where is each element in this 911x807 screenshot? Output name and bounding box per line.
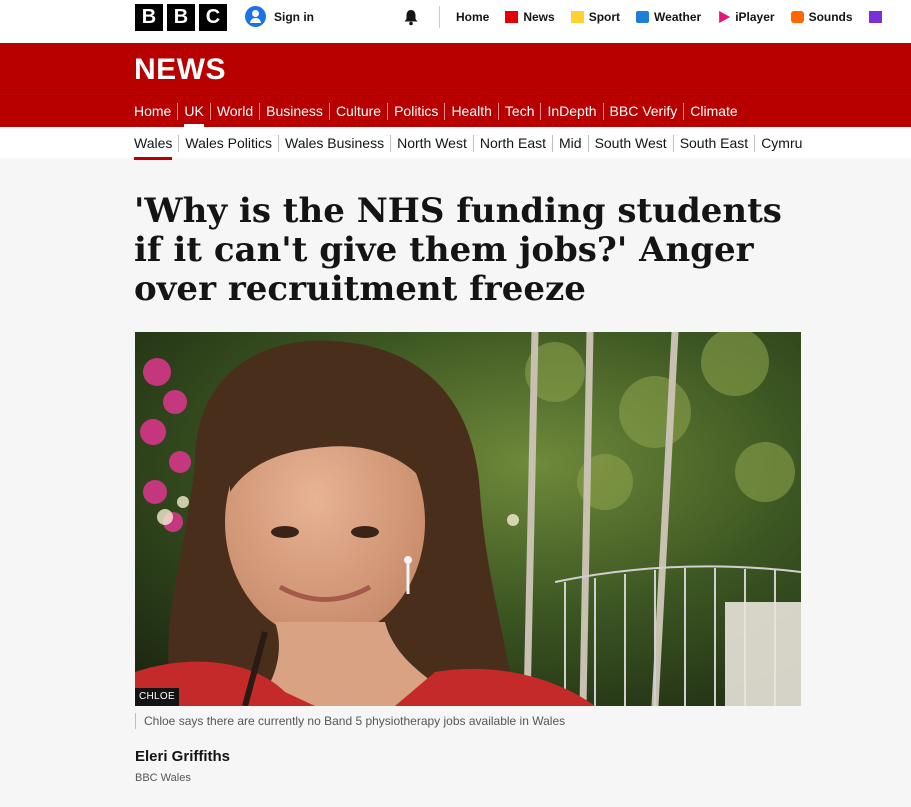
global-nav-iplayer[interactable]: iPlayer — [717, 10, 775, 24]
sign-in-link[interactable]: Sign in — [245, 6, 314, 27]
global-nav-label: Home — [456, 10, 490, 24]
main-nav-item-health[interactable]: Health — [444, 103, 497, 120]
sounds-icon — [790, 11, 804, 23]
news-main-nav: Home UK World Business Culture Politics … — [0, 95, 911, 127]
news-sub-nav: Wales Wales Politics Wales Business Nort… — [0, 127, 911, 160]
author-name[interactable]: Eleri Griffiths — [135, 748, 230, 765]
main-nav-item-business[interactable]: Business — [259, 103, 329, 120]
account-icon — [245, 6, 266, 27]
sub-nav-item-south-east[interactable]: South East — [672, 135, 755, 152]
news-masthead: NEWS — [0, 43, 911, 95]
global-nav-label: iPlayer — [735, 10, 775, 24]
bbc-logo-block: C — [199, 4, 227, 31]
portrait-photo-illustration — [135, 332, 801, 706]
global-nav-news[interactable]: News — [505, 10, 555, 24]
main-nav-item-politics[interactable]: Politics — [387, 103, 444, 120]
main-nav-item-tech[interactable]: Tech — [497, 103, 541, 120]
article-headline: 'Why is the NHS funding students if it c… — [134, 191, 782, 309]
global-nav-weather[interactable]: Weather — [636, 10, 701, 24]
global-nav-label: Sounds — [808, 10, 853, 24]
sub-nav-item-north-west[interactable]: North West — [390, 135, 473, 152]
main-nav-item-uk[interactable]: UK — [177, 103, 209, 127]
sub-nav-item-south-west[interactable]: South West — [587, 135, 673, 152]
bbc-logo[interactable]: B B C — [135, 4, 227, 31]
global-nav-sounds[interactable]: Sounds — [790, 10, 853, 24]
sub-nav-item-mid[interactable]: Mid — [552, 135, 588, 152]
notifications-bell-icon[interactable] — [402, 8, 420, 26]
sub-nav-item-cymru[interactable]: Cymru — [754, 135, 808, 152]
global-nav-more[interactable] — [868, 11, 882, 23]
main-nav-item-bbc-verify[interactable]: BBC Verify — [602, 103, 684, 120]
article-lead-image — [135, 332, 801, 706]
image-credit-badge: CHLOE — [135, 688, 179, 706]
bbc-logo-block: B — [167, 4, 195, 31]
global-header: B B C Sign in Home News Sport Weather iP… — [0, 0, 911, 43]
global-nav-label: Weather — [654, 10, 702, 24]
global-nav-label: Sport — [588, 10, 621, 24]
main-nav-item-culture[interactable]: Culture — [328, 103, 387, 120]
sign-in-label: Sign in — [274, 9, 314, 24]
global-nav-label: News — [523, 10, 555, 24]
news-logo[interactable]: NEWS — [134, 53, 226, 87]
sub-nav-item-wales[interactable]: Wales — [134, 135, 178, 160]
more-icon — [868, 11, 882, 23]
image-caption: Chloe says there are currently no Band 5… — [135, 713, 565, 729]
iplayer-icon — [719, 11, 731, 23]
news-icon — [505, 11, 519, 23]
bbc-logo-block: B — [135, 4, 163, 31]
main-nav-item-world[interactable]: World — [209, 103, 259, 120]
global-nav-sport[interactable]: Sport — [570, 10, 621, 24]
sport-icon — [570, 11, 584, 23]
main-nav-item-climate[interactable]: Climate — [683, 103, 743, 120]
sub-nav-item-north-east[interactable]: North East — [472, 135, 552, 152]
weather-icon — [636, 11, 650, 23]
global-nav-home[interactable]: Home — [456, 10, 489, 24]
sub-nav-item-wales-politics[interactable]: Wales Politics — [178, 135, 278, 152]
header-divider — [439, 6, 440, 28]
main-nav-item-home[interactable]: Home — [134, 103, 177, 120]
main-nav-item-indepth[interactable]: InDepth — [540, 103, 602, 120]
author-organisation: BBC Wales — [135, 772, 191, 784]
global-nav: Home News Sport Weather iPlayer Sounds — [456, 10, 898, 24]
sub-nav-item-wales-business[interactable]: Wales Business — [278, 135, 390, 152]
